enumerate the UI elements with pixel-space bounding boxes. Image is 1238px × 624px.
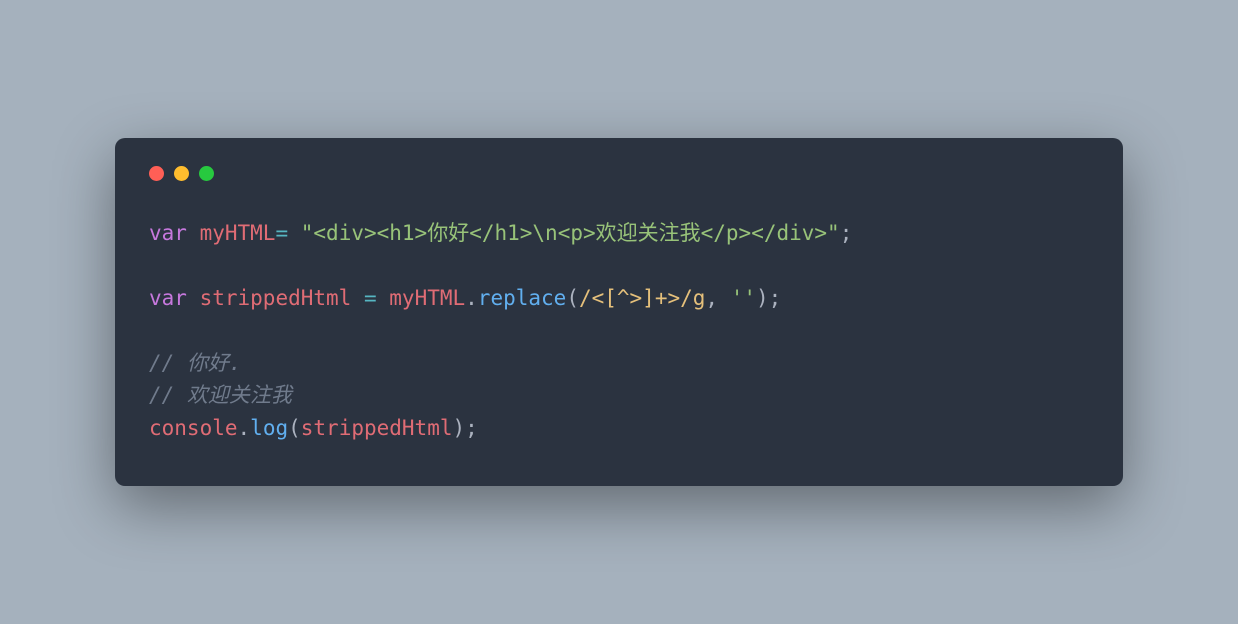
paren: ) <box>756 286 769 310</box>
identifier: strippedHtml <box>200 286 352 310</box>
paren: ) <box>452 416 465 440</box>
code-block: var myHTML= "<div><h1>你好</h1>\n<p>欢迎关注我<… <box>149 217 1089 445</box>
regex-literal: /<[^>]+>/g <box>579 286 705 310</box>
string-literal: "<div><h1>你好</h1>\n<p>欢迎关注我</p></div>" <box>301 221 840 245</box>
code-comment: // 欢迎关注我 <box>149 379 1089 412</box>
comma: , <box>705 286 730 310</box>
semicolon: ; <box>465 416 478 440</box>
code-line-empty <box>149 249 1089 282</box>
dot: . <box>238 416 251 440</box>
identifier: myHTML <box>389 286 465 310</box>
code-line: var myHTML= "<div><h1>你好</h1>\n<p>欢迎关注我<… <box>149 217 1089 250</box>
paren: ( <box>288 416 301 440</box>
semicolon: ; <box>840 221 853 245</box>
paren: ( <box>566 286 579 310</box>
dot: . <box>465 286 478 310</box>
close-icon[interactable] <box>149 166 164 181</box>
function-call: log <box>250 416 288 440</box>
operator: = <box>275 221 288 245</box>
code-comment: // 你好. <box>149 347 1089 380</box>
maximize-icon[interactable] <box>199 166 214 181</box>
keyword: var <box>149 221 187 245</box>
string-literal: '' <box>731 286 756 310</box>
minimize-icon[interactable] <box>174 166 189 181</box>
code-line: console.log(strippedHtml); <box>149 412 1089 445</box>
semicolon: ; <box>769 286 782 310</box>
window-titlebar <box>149 166 1089 181</box>
keyword: var <box>149 286 187 310</box>
operator: = <box>364 286 377 310</box>
identifier: console <box>149 416 238 440</box>
identifier: strippedHtml <box>301 416 453 440</box>
code-window: var myHTML= "<div><h1>你好</h1>\n<p>欢迎关注我<… <box>115 138 1123 487</box>
code-line: var strippedHtml = myHTML.replace(/<[^>]… <box>149 282 1089 315</box>
identifier: myHTML <box>200 221 276 245</box>
code-line-empty <box>149 314 1089 347</box>
function-call: replace <box>478 286 567 310</box>
